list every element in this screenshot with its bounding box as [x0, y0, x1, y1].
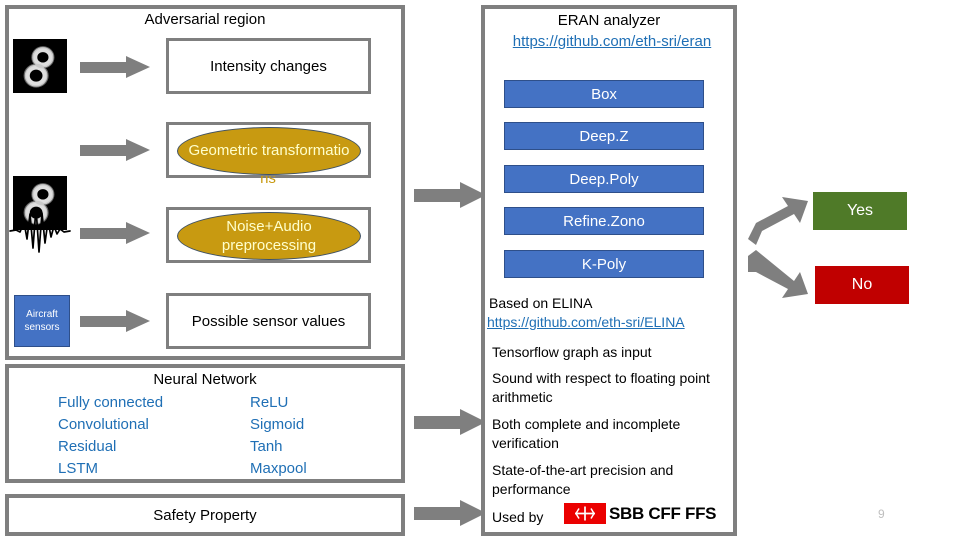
eran-domain-box[interactable]: Box: [504, 80, 704, 108]
right-arrow-icon-row1: [80, 56, 152, 78]
adversarial-region-title: Adversarial region: [144, 11, 266, 28]
right-arrow-icon-to-eran-1: [414, 182, 488, 208]
neural-network-title: Neural Network: [153, 371, 257, 388]
activation-1: Sigmoid: [250, 416, 305, 433]
noise-audio-preprocessing-ellipse: Noise+Audio preprocessing: [177, 212, 361, 260]
eran-domain-deeppoly[interactable]: Deep.Poly: [504, 165, 704, 193]
sbb-logo: SBB CFF FFS: [564, 503, 717, 524]
eran-domain-label-0: Box: [591, 85, 617, 103]
elina-url[interactable]: https://github.com/eth-sri/ELINA: [487, 314, 745, 332]
sbb-logo-text: SBB CFF FFS: [609, 503, 717, 523]
right-arrow-icon-to-eran-2: [414, 409, 488, 435]
eran-analyzer-url-text[interactable]: https://github.com/eth-sri/eran: [513, 33, 711, 50]
activation-2: Tanh: [250, 438, 283, 455]
neural-network-layer-list: Fully connected Convolutional Residual L…: [58, 392, 218, 480]
eran-domain-label-3: Refine.Zono: [563, 212, 645, 230]
eran-domain-deepz[interactable]: Deep.Z: [504, 122, 704, 150]
geometric-transformations-clipped-tail: ns: [177, 176, 359, 188]
eran-bullet-3: State-of-the-art precision and performan…: [492, 462, 674, 497]
geometric-transformations-ellipse: Geometric transformatio: [177, 127, 361, 175]
layer-type-2: Residual: [58, 438, 117, 455]
neural-network-activation-list: ReLU Sigmoid Tanh Maxpool: [250, 392, 400, 480]
activation-3: Maxpool: [250, 460, 307, 477]
geometric-transformations-label: Geometric transformatio: [188, 141, 350, 159]
geometric-transformations-clipped-tail-text: ns: [260, 176, 276, 187]
elina-url-text[interactable]: https://github.com/eth-sri/ELINA: [487, 314, 685, 330]
arrow-up-right-icon: [748, 197, 808, 245]
eran-analyzer-title: ERAN analyzer: [557, 12, 661, 29]
audio-waveform-image: [8, 205, 72, 257]
aircraft-sensors-line-2: sensors: [24, 322, 60, 333]
right-arrow-icon-to-eran-3: [414, 500, 488, 526]
eran-analyzer-url[interactable]: https://github.com/eth-sri/eran: [481, 33, 743, 51]
branch-arrow-no-icon: [748, 250, 820, 300]
branch-arrow-yes-icon: [748, 195, 820, 245]
adversarial-box-label-4: Possible sensor values: [191, 312, 346, 330]
sbb-swiss-rail-icon: [564, 503, 606, 524]
noise-audio-preprocessing-label: Noise+Audio preprocessing: [221, 218, 317, 254]
right-arrow-icon-row2: [80, 139, 152, 161]
sbb-arrows-glyph-icon: [575, 506, 595, 521]
eran-used-by-label: Used by: [492, 509, 544, 525]
right-arrow-icon-row4: [80, 310, 152, 332]
adversarial-box-possible-sensor-values: Possible sensor values: [166, 293, 371, 349]
arrow-down-right-icon: [748, 250, 808, 298]
result-chip-no[interactable]: No: [815, 266, 909, 304]
aircraft-sensors-tile: Aircraft sensors: [14, 295, 70, 347]
adversarial-box-intensity-changes: Intensity changes: [166, 38, 371, 94]
eran-domain-label-2: Deep.Poly: [569, 170, 639, 188]
result-chip-no-label: No: [851, 276, 873, 293]
eran-bullet-0: Tensorflow graph as input: [492, 344, 652, 360]
result-chip-yes[interactable]: Yes: [813, 192, 907, 230]
layer-type-3: LSTM: [58, 460, 99, 477]
result-chip-yes-label: Yes: [846, 202, 874, 219]
eran-bullet-2: Both complete and incomplete verificatio…: [492, 416, 681, 451]
slide-canvas: Adversarial region Intensity changes Geo…: [0, 0, 960, 540]
eran-domain-kpoly[interactable]: K-Poly: [504, 250, 704, 278]
activation-0: ReLU: [250, 394, 289, 411]
adversarial-box-label-1: Intensity changes: [210, 57, 327, 75]
safety-property-title: Safety Property: [153, 507, 257, 524]
layer-type-1: Convolutional: [58, 416, 149, 433]
aircraft-sensors-line-1: Aircraft: [26, 309, 58, 320]
mnist-digit-8-image-1: [13, 39, 67, 93]
audio-waveform-icon: [9, 207, 71, 253]
mnist-digit-8-icon: [13, 39, 67, 93]
eran-domain-label-1: Deep.Z: [579, 127, 629, 145]
layer-type-0: Fully connected: [58, 394, 164, 411]
page-number: 9: [878, 507, 885, 521]
right-arrow-icon-row3: [80, 222, 152, 244]
eran-domain-refinezono[interactable]: Refine.Zono: [504, 207, 704, 235]
eran-bullet-1: Sound with respect to floating point ari…: [492, 370, 710, 405]
eran-based-on-elina: Based on ELINA: [489, 295, 593, 311]
eran-domain-label-4: K-Poly: [581, 255, 627, 273]
